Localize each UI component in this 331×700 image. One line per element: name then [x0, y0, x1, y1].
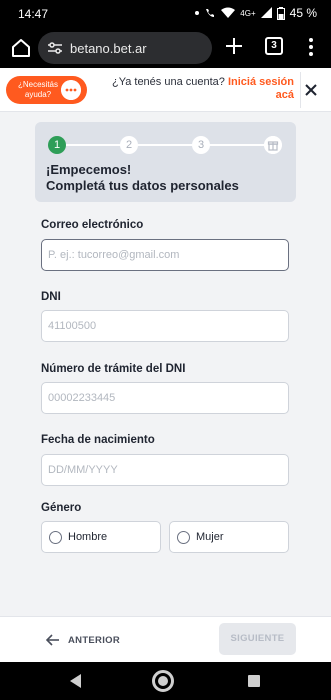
birthdate-label: Fecha de nacimiento — [41, 434, 155, 446]
gender-option-mujer[interactable]: Mujer — [169, 521, 289, 553]
browser-toolbar: betano.bet.ar 3 — [0, 28, 331, 68]
site-settings-icon[interactable] — [48, 42, 62, 54]
arrow-left-icon — [46, 634, 59, 646]
signal-icon — [260, 7, 272, 18]
step-1: 1 — [48, 136, 66, 154]
network-type: 4G+ — [240, 8, 256, 18]
gender-option-label: Mujer — [196, 531, 224, 543]
stepper-title-line1: ¡Empecemos! — [46, 162, 132, 177]
status-bar: 14:47 4G+ 45 % — [0, 0, 331, 28]
email-field[interactable] — [41, 239, 289, 271]
help-button[interactable]: ¿Necesitás ayuda? — [6, 76, 87, 104]
divider — [300, 72, 301, 108]
back-button[interactable]: ANTERIOR — [46, 631, 120, 649]
system-nav-bar — [0, 662, 331, 700]
step-3: 3 — [192, 136, 210, 154]
call-wifi-icon — [206, 9, 215, 17]
battery-icon — [276, 6, 285, 20]
tramite-label: Número de trámite del DNI — [41, 363, 186, 375]
registration-stepper: 1 2 3 ¡Empecemos! Completá tus datos per… — [35, 122, 296, 202]
overflow-menu-icon[interactable] — [308, 37, 314, 57]
dni-label: DNI — [41, 291, 61, 303]
nav-back-icon[interactable] — [70, 674, 82, 688]
gender-option-hombre[interactable]: Hombre — [41, 521, 161, 553]
url-text: betano.bet.ar — [70, 40, 147, 56]
notification-dot-icon — [195, 11, 200, 15]
gender-option-label: Hombre — [68, 531, 108, 543]
plus-icon[interactable] — [224, 36, 244, 56]
gender-label: Género — [41, 502, 82, 514]
tabs-icon[interactable]: 3 — [265, 37, 283, 55]
back-label: ANTERIOR — [68, 634, 121, 646]
nav-home-icon[interactable] — [152, 670, 174, 692]
url-bar[interactable]: betano.bet.ar — [38, 32, 212, 64]
stepper-title-line2: Completá tus datos personales — [46, 178, 239, 193]
status-time: 14:47 — [18, 7, 49, 21]
login-link[interactable]: Iniciá sesión acá — [228, 76, 294, 101]
status-icons: 4G+ 45 % — [195, 6, 317, 20]
stepper-title: ¡Empecemos! Completá tus datos personale… — [46, 162, 239, 194]
account-question: ¿Ya tenés una cuenta? — [111, 76, 225, 88]
email-label: Correo electrónico — [41, 219, 144, 231]
birthdate-field[interactable] — [41, 454, 289, 486]
radio-icon — [177, 531, 190, 544]
form-footer: ANTERIOR SIGUIENTE — [0, 616, 331, 662]
home-icon[interactable] — [10, 37, 32, 59]
wifi-icon — [221, 7, 236, 18]
help-label: ¿Necesitás ayuda? — [17, 80, 58, 99]
stepper-track — [57, 144, 275, 146]
nav-recents-icon[interactable] — [248, 675, 260, 687]
battery-level: 45 % — [289, 6, 317, 20]
tramite-field[interactable] — [41, 382, 289, 414]
gift-icon — [264, 136, 282, 154]
next-button[interactable]: SIGUIENTE — [219, 623, 296, 655]
site-header: ¿Necesitás ayuda? ¿Ya tenés una cuenta? … — [0, 68, 331, 112]
radio-icon — [49, 531, 62, 544]
close-icon[interactable] — [303, 82, 319, 98]
chat-icon — [61, 80, 81, 100]
dni-field[interactable] — [41, 310, 289, 342]
login-prompt: ¿Ya tenés una cuenta? Iniciá sesión acá — [104, 76, 294, 102]
step-2: 2 — [120, 136, 138, 154]
